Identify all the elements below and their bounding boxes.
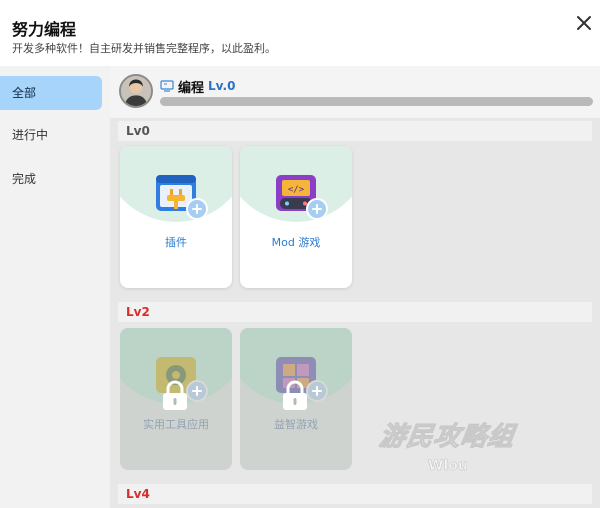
skill-level: Lv.0 xyxy=(208,79,236,93)
section-header-lv0: Lv0 xyxy=(118,121,592,141)
svg-text:</>: </> xyxy=(288,185,305,195)
dialog-header: 努力编程 开发多种软件！自主研发并销售完整程序，以此盈利。 xyxy=(0,0,600,66)
sidebar-item-all[interactable]: 全部 xyxy=(0,76,102,110)
card-label: 插件 xyxy=(165,236,187,249)
card-label: Mod 游戏 xyxy=(271,236,321,249)
project-card-puzzle-game[interactable]: 益智游戏 xyxy=(240,328,352,470)
section-header-lv2: Lv2 xyxy=(118,302,592,322)
card-label: 实用工具应用 xyxy=(143,418,209,431)
lock-icon xyxy=(283,380,307,410)
sidebar-item-completed[interactable]: 完成 xyxy=(0,162,102,196)
project-card-plugin[interactable]: 插件 xyxy=(120,146,232,288)
project-card-mod-game[interactable]: </> Mod 游戏 xyxy=(240,146,352,288)
monitor-icon xyxy=(160,80,174,92)
sidebar-item-in-progress[interactable]: 进行中 xyxy=(0,118,102,152)
project-card-utility-app[interactable]: 实用工具应用 xyxy=(120,328,232,470)
card-label: 益智游戏 xyxy=(274,418,318,431)
skill-progress-bar xyxy=(160,97,593,106)
lock-icon xyxy=(163,380,187,410)
skill-header: 编程 Lv.0 xyxy=(160,78,236,96)
close-icon[interactable] xyxy=(574,13,594,33)
page-title: 努力编程 xyxy=(12,20,77,39)
skill-profile: 编程 Lv.0 xyxy=(110,66,600,118)
add-icon xyxy=(186,198,208,220)
main-panel: 编程 Lv.0 Lv0 插件 </> Mod 游戏 Lv2 实用工具应用 益智游… xyxy=(110,66,600,508)
sidebar: 全部 进行中 完成 xyxy=(0,66,110,508)
section-header-lv4: Lv4 xyxy=(118,484,592,504)
skill-name: 编程 xyxy=(178,80,205,96)
add-icon xyxy=(306,198,328,220)
avatar xyxy=(119,74,153,108)
page-subtitle: 开发多种软件！自主研发并销售完整程序，以此盈利。 xyxy=(12,42,276,55)
